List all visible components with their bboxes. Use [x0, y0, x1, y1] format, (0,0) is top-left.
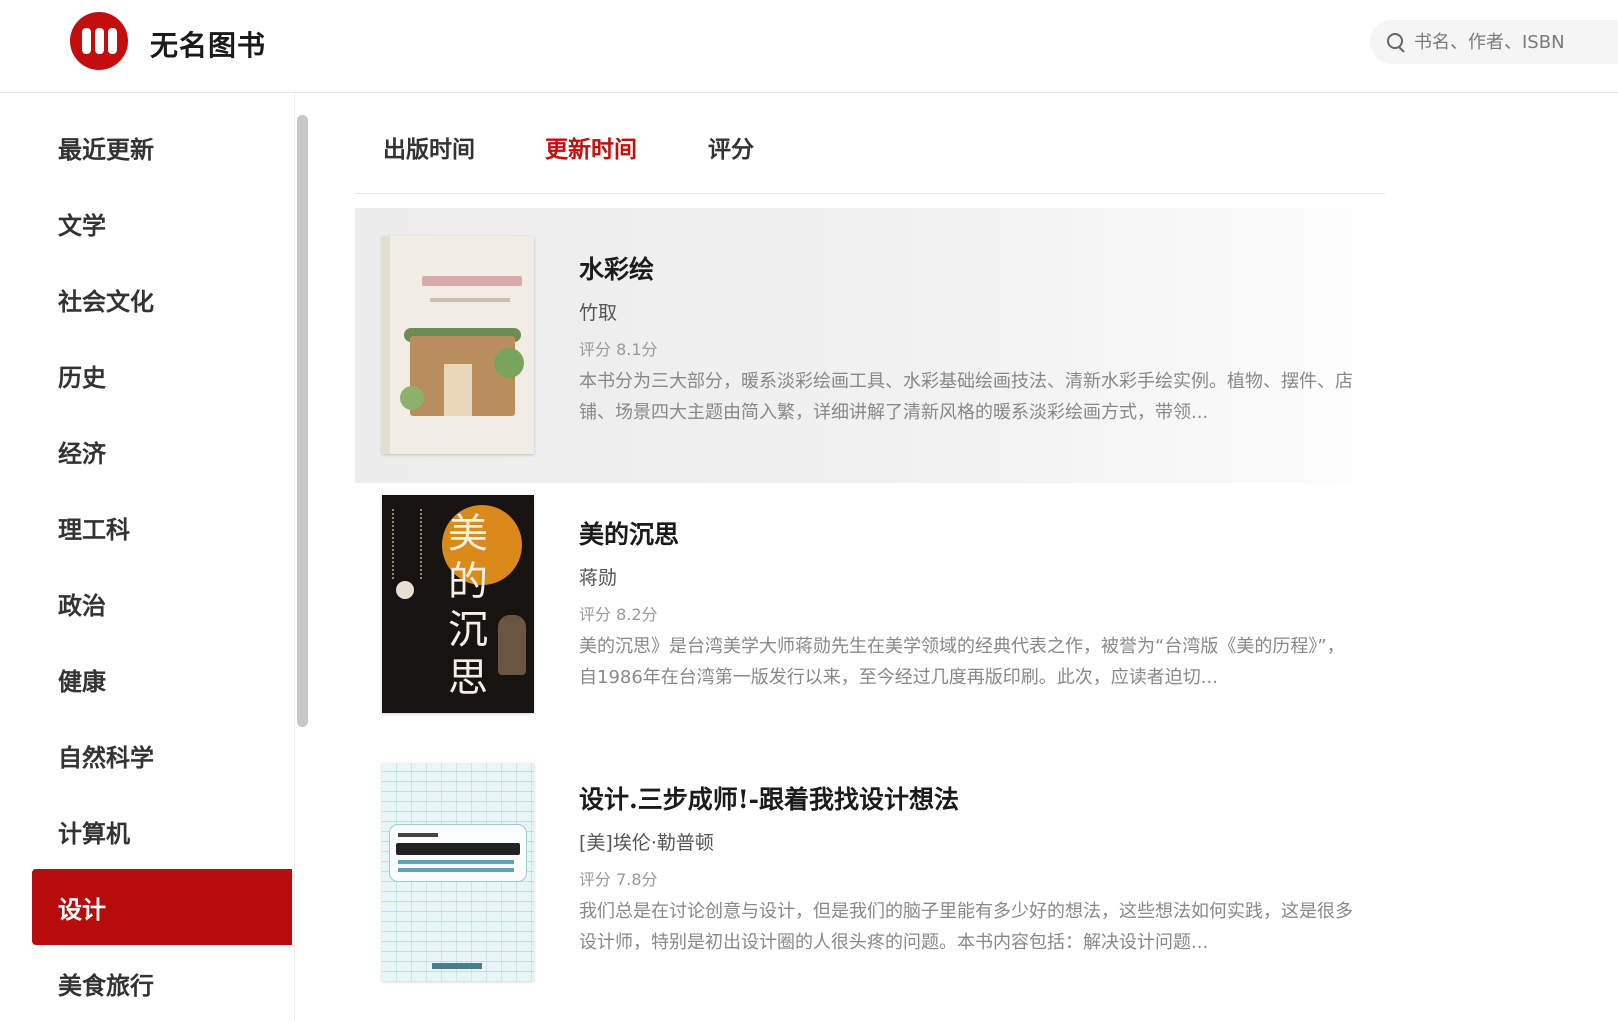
cover-char: 思: [448, 655, 488, 701]
book-title[interactable]: 美的沉思: [579, 515, 679, 551]
book-title[interactable]: 设计.三步成师!-跟着我找设计想法: [579, 780, 959, 816]
book-rating: 评分 7.8分: [579, 870, 658, 889]
sidebar-item-design[interactable]: 设计: [32, 869, 292, 945]
sidebar-item-health[interactable]: 健康: [32, 641, 292, 717]
book-author: 竹取: [579, 302, 618, 324]
book-item[interactable]: 水彩绘 竹取 评分 8.1分 本书分为三大部分，暖系淡彩绘画工具、水彩基础绘画技…: [355, 208, 1385, 483]
book-item[interactable]: 设计.三步成师!-跟着我找设计想法 [美]埃伦·勒普顿 评分 7.8分 我们总是…: [355, 758, 1385, 1021]
tab-rating[interactable]: 评分: [708, 130, 754, 164]
category-sidebar: 最近更新 文学 社会文化 历史 经济 理工科 政治 健康 自然科学 计算机 设计…: [0, 93, 295, 1021]
brand-name[interactable]: 无名图书: [150, 24, 266, 64]
book-title[interactable]: 水彩绘: [579, 250, 654, 286]
sidebar-item-recent[interactable]: 最近更新: [32, 109, 292, 185]
sidebar-item-society-culture[interactable]: 社会文化: [32, 261, 292, 337]
top-header: 无名图书: [0, 0, 1618, 93]
book-item[interactable]: 美 的 沉 思 美的沉思 蒋勋 评分 8.2分 美的沉思》是台湾美学大师蒋勋先生…: [355, 483, 1385, 758]
book-description: 美的沉思》是台湾美学大师蒋勋先生在美学领域的经典代表之作，被誉为“台湾版《美的历…: [579, 636, 1345, 688]
brand-logo-icon[interactable]: [70, 12, 128, 70]
book-rating: 评分 8.2分: [579, 605, 658, 624]
tab-update-time[interactable]: 更新时间: [545, 130, 637, 164]
search-icon[interactable]: [1386, 32, 1406, 52]
sidebar-item-economics[interactable]: 经济: [32, 413, 292, 489]
sidebar-item-natural-science[interactable]: 自然科学: [32, 717, 292, 793]
book-rating: 评分 8.1分: [579, 340, 658, 359]
search-box[interactable]: [1370, 20, 1618, 64]
sort-tabs: 出版时间 更新时间 评分: [355, 110, 1385, 194]
sidebar-item-literature[interactable]: 文学: [32, 185, 292, 261]
book-description: 本书分为三大部分，暖系淡彩绘画工具、水彩基础绘画技法、清新水彩手绘实例。植物、摆…: [579, 371, 1353, 423]
book-description: 我们总是在讨论创意与设计，但是我们的脑子里能有多少好的想法，这些想法如何实践，这…: [579, 901, 1353, 953]
tab-publish-time[interactable]: 出版时间: [383, 130, 475, 164]
app: 无名图书 最近更新 文学 社会文化 历史 经济 理工科 政治 健康 自然科学 计…: [0, 0, 1618, 1021]
sidebar-item-computer[interactable]: 计算机: [32, 793, 292, 869]
search-input[interactable]: [1414, 31, 1614, 53]
book-cover[interactable]: [382, 236, 534, 454]
book-author: 蒋勋: [579, 567, 618, 589]
sidebar-item-history[interactable]: 历史: [32, 337, 292, 413]
sidebar-item-food-travel[interactable]: 美食旅行: [32, 945, 292, 1021]
sidebar-scrollbar-thumb[interactable]: [297, 115, 308, 727]
sidebar-item-science-engineering[interactable]: 理工科: [32, 489, 292, 565]
book-cover[interactable]: [382, 763, 534, 981]
sidebar-item-politics[interactable]: 政治: [32, 565, 292, 641]
book-cover[interactable]: 美 的 沉 思: [382, 495, 534, 713]
book-author: [美]埃伦·勒普顿: [579, 832, 714, 854]
